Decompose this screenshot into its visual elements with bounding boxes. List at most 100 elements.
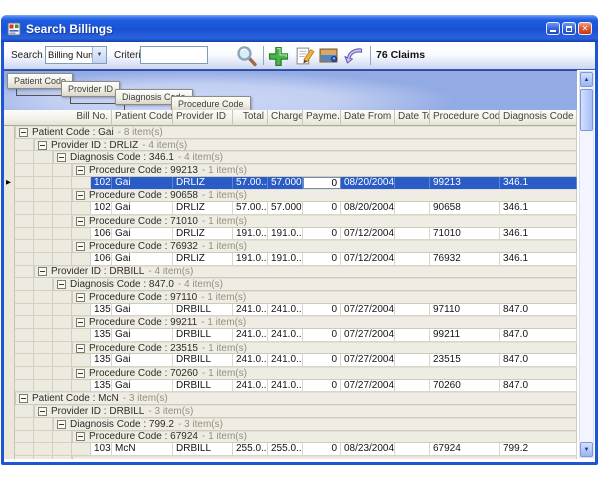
column-header-payme[interactable]: Payme... bbox=[303, 110, 341, 126]
collapse-minus-icon[interactable] bbox=[19, 128, 28, 137]
grid-cell[interactable]: 191.0... bbox=[233, 228, 268, 241]
search-by-combobox[interactable]: Billing Number ▼ bbox=[45, 46, 107, 64]
grid-cell[interactable]: 97110 bbox=[430, 304, 500, 317]
view-image-button[interactable] bbox=[318, 45, 340, 67]
group-bar[interactable]: Provider ID : DRBILL - 3 item(s) bbox=[34, 405, 577, 418]
group-bar[interactable]: Procedure Code : 23515 - 1 item(s) bbox=[72, 342, 577, 355]
group-row[interactable]: Procedure Code : 99211 - 1 item(s) bbox=[4, 316, 577, 329]
column-header-procedure-code[interactable]: Procedure Code bbox=[430, 110, 500, 126]
grid-cell[interactable]: 241.0... bbox=[233, 354, 268, 367]
grid-cell[interactable]: 135 bbox=[91, 329, 112, 342]
row-selector[interactable] bbox=[4, 164, 15, 177]
group-bar[interactable]: Procedure Code : 76932 - 1 item(s) bbox=[72, 240, 577, 253]
grid-cell[interactable]: Gai bbox=[112, 253, 173, 266]
collapse-minus-icon[interactable] bbox=[76, 369, 85, 378]
group-bar[interactable]: Procedure Code : 99211 - 1 item(s) bbox=[72, 316, 577, 329]
grid-cell[interactable]: McN bbox=[112, 443, 173, 456]
grid-cell[interactable]: 346.1 bbox=[500, 177, 577, 190]
grid-cell[interactable]: 346.1 bbox=[500, 228, 577, 241]
collapse-minus-icon[interactable] bbox=[38, 267, 47, 276]
row-selector[interactable] bbox=[4, 380, 15, 393]
grid-cell[interactable]: 346.1 bbox=[500, 253, 577, 266]
grid-cell[interactable] bbox=[395, 202, 430, 215]
grid-cell[interactable]: 241.0... bbox=[233, 380, 268, 393]
group-row[interactable]: Procedure Code : 76932 - 1 item(s) bbox=[4, 240, 577, 253]
grid-cell[interactable]: 0 bbox=[303, 228, 341, 241]
grid-cell[interactable]: 255.0... bbox=[233, 443, 268, 456]
grid-cell[interactable]: 241.0... bbox=[268, 304, 303, 317]
grid-cell[interactable]: Gai bbox=[112, 354, 173, 367]
group-bar[interactable]: Procedure Code : 99213 - 1 item(s) bbox=[72, 164, 577, 177]
data-row[interactable]: 135GaiDRBILL241.0...241.0...007/27/20049… bbox=[4, 329, 577, 342]
grid-cell[interactable]: 135 bbox=[91, 354, 112, 367]
group-row[interactable]: Provider ID : DRLIZ - 4 item(s) bbox=[4, 139, 577, 152]
scroll-down-button[interactable]: ▼ bbox=[580, 442, 593, 457]
group-bar[interactable]: Provider ID : DRLIZ - 4 item(s) bbox=[34, 139, 577, 152]
close-button[interactable]: ✕ bbox=[578, 22, 592, 35]
grid-cell[interactable]: 57.00... bbox=[233, 177, 268, 190]
row-selector[interactable] bbox=[4, 418, 15, 431]
row-selector[interactable] bbox=[4, 405, 15, 418]
grid-cell[interactable] bbox=[395, 354, 430, 367]
grid-cell[interactable]: 08/23/2004 bbox=[341, 443, 395, 456]
group-bar[interactable]: Patient Code : Gai - 8 item(s) bbox=[15, 126, 577, 139]
grid-cell[interactable]: 241.0... bbox=[233, 329, 268, 342]
grid-cell[interactable]: 07/12/2004 bbox=[341, 228, 395, 241]
grid-cell[interactable]: 57.0000 bbox=[268, 202, 303, 215]
grid-cell[interactable]: DRLIZ bbox=[173, 228, 233, 241]
search-button[interactable] bbox=[236, 45, 258, 67]
grid-cell[interactable]: 99213 bbox=[430, 177, 500, 190]
grid-cell[interactable]: 255.0... bbox=[268, 443, 303, 456]
data-row[interactable]: 135GaiDRBILL241.0...241.0...007/27/20049… bbox=[4, 304, 577, 317]
grid-cell[interactable]: 0 bbox=[303, 304, 341, 317]
data-row[interactable]: 103McNDRBILL255.0...255.0...008/23/20046… bbox=[4, 443, 577, 456]
grid-cell[interactable] bbox=[395, 329, 430, 342]
grid-cell[interactable]: 76932 bbox=[430, 253, 500, 266]
collapse-minus-icon[interactable] bbox=[76, 318, 85, 327]
column-header-date-from[interactable]: Date From bbox=[341, 110, 395, 126]
grid-cell[interactable]: 241.0... bbox=[268, 329, 303, 342]
row-selector[interactable] bbox=[4, 456, 15, 459]
row-selector[interactable] bbox=[4, 291, 15, 304]
grid-cell[interactable]: 106 bbox=[91, 228, 112, 241]
grid-cell[interactable] bbox=[395, 380, 430, 393]
grid-cell[interactable]: Gai bbox=[112, 202, 173, 215]
group-bar[interactable]: Diagnosis Code : 847.0 - 4 item(s) bbox=[53, 278, 577, 291]
grid-cell[interactable]: 847.0 bbox=[500, 380, 577, 393]
row-selector[interactable] bbox=[4, 367, 15, 380]
grid-cell[interactable]: 0 bbox=[303, 380, 341, 393]
grid-cell[interactable]: 135 bbox=[91, 304, 112, 317]
group-bar[interactable] bbox=[72, 456, 577, 459]
grid-cell[interactable] bbox=[395, 228, 430, 241]
grid-cell[interactable]: 135 bbox=[91, 380, 112, 393]
group-tab-provider-id[interactable]: Provider ID bbox=[61, 81, 120, 97]
grid-cell[interactable]: 847.0 bbox=[500, 354, 577, 367]
collapse-minus-icon[interactable] bbox=[76, 344, 85, 353]
grid-cell[interactable]: 799.2 bbox=[500, 443, 577, 456]
collapse-minus-icon[interactable] bbox=[76, 217, 85, 226]
maximize-button[interactable] bbox=[562, 22, 576, 35]
collapse-minus-icon[interactable] bbox=[38, 141, 47, 150]
refresh-button[interactable] bbox=[343, 45, 365, 67]
payment-edit-cell[interactable]: 0 bbox=[303, 177, 341, 190]
group-row[interactable]: Procedure Code : 23515 - 1 item(s) bbox=[4, 342, 577, 355]
row-selector[interactable] bbox=[4, 354, 15, 367]
row-selector[interactable] bbox=[4, 431, 15, 444]
grid-cell[interactable]: 106 bbox=[91, 253, 112, 266]
collapse-minus-icon[interactable] bbox=[19, 394, 28, 403]
collapse-minus-icon[interactable] bbox=[76, 293, 85, 302]
grid-cell[interactable]: 241.0... bbox=[233, 304, 268, 317]
grid-cell[interactable]: 191.0... bbox=[268, 228, 303, 241]
grid-cell[interactable]: 67924 bbox=[430, 443, 500, 456]
data-row[interactable]: 135GaiDRBILL241.0...241.0...007/27/20047… bbox=[4, 380, 577, 393]
group-bar[interactable]: Diagnosis Code : 799.2 - 3 item(s) bbox=[53, 418, 577, 431]
group-row[interactable]: Patient Code : Gai - 8 item(s) bbox=[4, 126, 577, 139]
scroll-up-button[interactable]: ▲ bbox=[580, 72, 593, 87]
group-bar[interactable]: Procedure Code : 97110 - 1 item(s) bbox=[72, 291, 577, 304]
row-selector[interactable]: ▶ bbox=[4, 177, 15, 190]
group-bar[interactable]: Procedure Code : 71010 - 1 item(s) bbox=[72, 215, 577, 228]
grid-cell[interactable]: DRBILL bbox=[173, 380, 233, 393]
grid-cell[interactable]: 0 bbox=[303, 253, 341, 266]
group-bar[interactable]: Procedure Code : 67924 - 1 item(s) bbox=[72, 431, 577, 444]
grid-cell[interactable]: 0 bbox=[303, 354, 341, 367]
